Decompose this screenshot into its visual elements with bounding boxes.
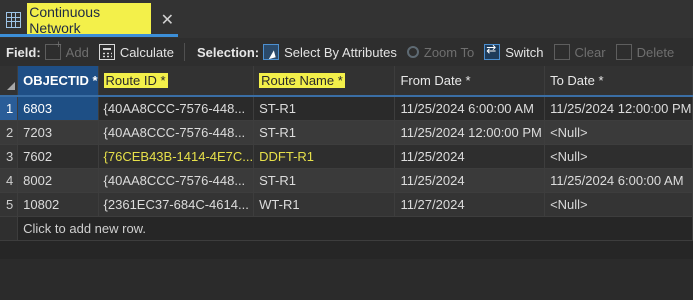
- cell-route-name[interactable]: DDFT-R1: [253, 144, 396, 169]
- attribute-table: OBJECTID * Route ID * Route Name * From …: [0, 66, 693, 259]
- cell-to-date[interactable]: <Null>: [544, 120, 693, 145]
- calculate-label: Calculate: [119, 44, 175, 60]
- cell-route-id[interactable]: {76CEB43B-1414-4E7C...: [98, 144, 255, 169]
- cell-route-name[interactable]: ST-R1: [253, 120, 396, 145]
- row-number[interactable]: 2: [0, 120, 19, 145]
- delete-label: Delete: [636, 44, 675, 60]
- cell-from-date[interactable]: 11/25/2024: [394, 144, 546, 169]
- route-id-header-text: Route ID *: [103, 73, 168, 88]
- cell-to-date[interactable]: 11/25/2024 6:00:00 AM: [544, 168, 693, 193]
- cell-route-name[interactable]: WT-R1: [253, 192, 396, 217]
- column-header-to-date[interactable]: To Date *: [544, 66, 693, 97]
- add-row[interactable]: Click to add new row.: [0, 216, 693, 241]
- cell-from-date[interactable]: 11/25/2024 6:00:00 AM: [394, 96, 546, 121]
- select-all-corner[interactable]: [0, 66, 19, 97]
- cell-objectid[interactable]: 8002: [17, 168, 99, 193]
- selection-label: Selection:: [197, 44, 260, 60]
- tab-bar: Continuous Network ✕: [0, 0, 693, 38]
- column-header-objectid[interactable]: OBJECTID *: [17, 66, 99, 97]
- tab-title: Continuous Network: [27, 3, 151, 37]
- delete-icon: [615, 44, 632, 60]
- add-row-gutter: [0, 216, 19, 241]
- column-header-route-name[interactable]: Route Name *: [253, 66, 396, 97]
- cell-route-id[interactable]: {40AA8CCC-7576-448...: [98, 96, 255, 121]
- cell-to-date[interactable]: <Null>: [544, 144, 693, 169]
- row-number[interactable]: 4: [0, 168, 19, 193]
- cell-from-date[interactable]: 11/25/2024: [394, 168, 546, 193]
- table-row[interactable]: 1 6803 {40AA8CCC-7576-448... ST-R1 11/25…: [0, 96, 693, 121]
- route-name-header-text: Route Name *: [259, 73, 345, 88]
- row-number[interactable]: 1: [0, 96, 19, 121]
- cell-to-date[interactable]: <Null>: [544, 192, 693, 217]
- select-by-attributes-button[interactable]: Select By Attributes: [263, 44, 397, 60]
- table-row[interactable]: 4 8002 {40AA8CCC-7576-448... ST-R1 11/25…: [0, 168, 693, 193]
- calculate-button[interactable]: Calculate: [98, 44, 175, 60]
- row-number[interactable]: 5: [0, 192, 19, 217]
- add-row-prompt[interactable]: Click to add new row.: [17, 216, 693, 241]
- clear-selection-button[interactable]: Clear: [553, 44, 606, 60]
- cell-route-name[interactable]: ST-R1: [253, 168, 396, 193]
- cell-objectid[interactable]: 7203: [17, 120, 99, 145]
- add-field-button[interactable]: Add: [44, 39, 89, 60]
- cell-objectid[interactable]: 7602: [17, 144, 99, 169]
- cell-objectid[interactable]: 6803: [17, 96, 99, 121]
- cell-from-date[interactable]: 11/27/2024: [394, 192, 546, 217]
- add-field-label: Add: [65, 44, 89, 60]
- delete-button[interactable]: Delete: [615, 44, 675, 60]
- select-by-attributes-icon: [263, 44, 280, 60]
- zoom-to-button[interactable]: Zoom To: [406, 44, 475, 60]
- zoom-to-label: Zoom To: [423, 44, 475, 60]
- cell-route-id[interactable]: {40AA8CCC-7576-448...: [98, 168, 255, 193]
- table-toolbar: Field: Add Calculate Selection: Select B…: [0, 38, 693, 66]
- column-header-route-id[interactable]: Route ID *: [98, 66, 255, 97]
- table-icon: [6, 12, 22, 28]
- attribute-grid: OBJECTID * Route ID * Route Name * From …: [0, 66, 693, 241]
- cell-route-name[interactable]: ST-R1: [253, 96, 396, 121]
- table-row[interactable]: 2 7203 {40AA8CCC-7576-448... ST-R1 11/25…: [0, 120, 693, 145]
- cell-route-id[interactable]: {2361EC37-684C-4614...: [98, 192, 255, 217]
- calculator-icon: [98, 44, 115, 60]
- column-header-from-date[interactable]: From Date *: [394, 66, 546, 97]
- cell-objectid[interactable]: 10802: [17, 192, 99, 217]
- select-by-attributes-label: Select By Attributes: [284, 44, 397, 60]
- zoom-icon: [406, 46, 419, 58]
- clear-label: Clear: [574, 44, 606, 60]
- cell-to-date[interactable]: 11/25/2024 12:00:00 PM: [544, 96, 693, 121]
- add-field-icon: [44, 39, 62, 60]
- table-row[interactable]: 5 10802 {2361EC37-684C-4614... WT-R1 11/…: [0, 192, 693, 217]
- switch-label: Switch: [505, 44, 544, 60]
- field-label: Field:: [6, 44, 41, 60]
- active-tab-indicator: [0, 34, 178, 37]
- close-icon[interactable]: ✕: [161, 10, 174, 30]
- row-number[interactable]: 3: [0, 144, 19, 169]
- cell-route-id[interactable]: {40AA8CCC-7576-448...: [98, 120, 255, 145]
- switch-selection-button[interactable]: Switch: [484, 42, 544, 60]
- clear-icon: [553, 44, 570, 60]
- tab-continuous-network[interactable]: Continuous Network ✕: [4, 3, 174, 37]
- switch-icon: [484, 42, 501, 60]
- cell-from-date[interactable]: 11/25/2024 12:00:00 PM: [394, 120, 546, 145]
- toolbar-divider: [184, 43, 186, 61]
- corner-triangle-icon: [7, 81, 15, 90]
- table-row[interactable]: 3 7602 {76CEB43B-1414-4E7C... DDFT-R1 11…: [0, 144, 693, 169]
